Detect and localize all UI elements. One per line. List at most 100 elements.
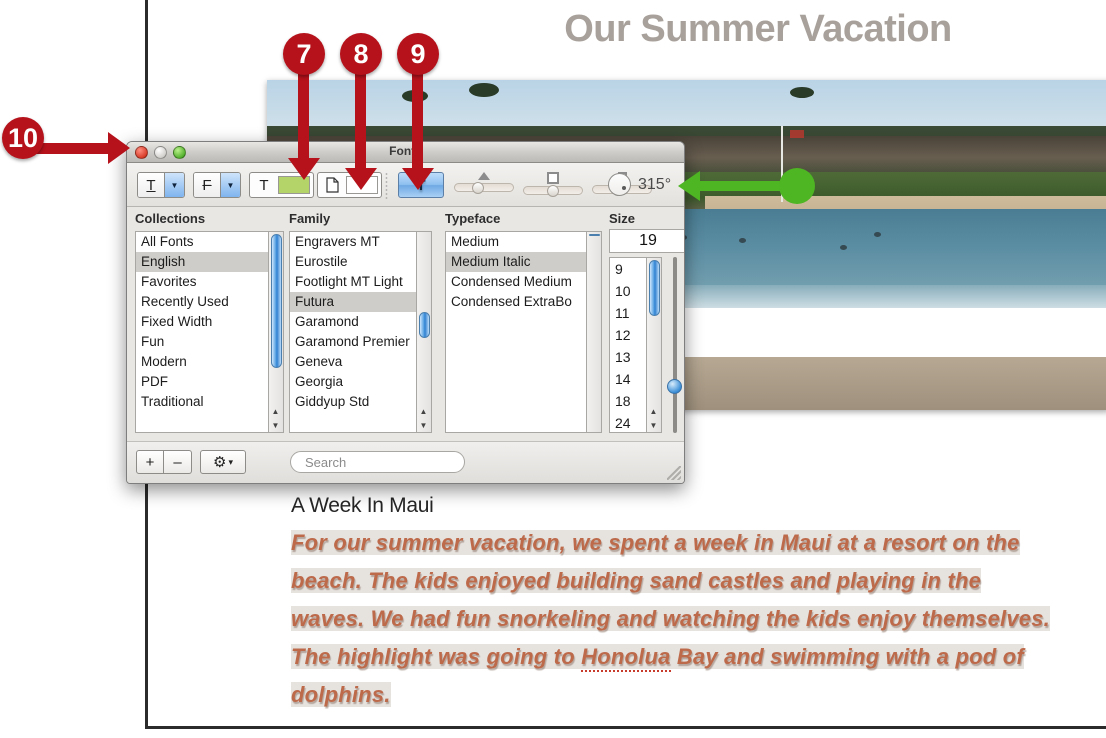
size-list-item[interactable]: 9 xyxy=(610,258,646,280)
chevron-down-icon[interactable]: ▼ xyxy=(164,173,184,197)
size-list-item[interactable]: 11 xyxy=(610,302,646,324)
typeface-list[interactable]: Medium Medium Italic Condensed Medium Conde… xyxy=(445,231,587,433)
shadow-angle-value: 315° xyxy=(638,175,672,193)
slider-knob[interactable] xyxy=(472,182,485,194)
size-list-item[interactable]: 24 xyxy=(610,412,646,432)
body-line: For our summer vacation, we spent a week… xyxy=(291,530,1020,555)
resize-grip[interactable] xyxy=(667,466,681,480)
list-item[interactable]: Condensed Medium xyxy=(446,272,586,292)
photo-palm-frond xyxy=(789,86,814,98)
search-input[interactable]: Search xyxy=(290,451,465,473)
chevron-down-icon: ▾ xyxy=(228,456,233,467)
list-item[interactable]: Fun xyxy=(136,332,268,352)
slider-track[interactable] xyxy=(523,185,583,197)
list-item[interactable]: Giddyup Std xyxy=(290,392,416,412)
body-paragraph[interactable]: For our summer vacation, we spent a week… xyxy=(291,524,1091,714)
callout-arrow-head-10 xyxy=(108,132,130,164)
slider-track[interactable] xyxy=(454,182,514,194)
list-item[interactable]: Futura xyxy=(290,292,416,312)
scroll-up-icon[interactable]: ▲ xyxy=(647,404,660,418)
screenshot-root: Our Summer Vacation A Week In Maui For o… xyxy=(0,0,1106,738)
family-header: Family xyxy=(289,211,331,226)
photo-swimmer xyxy=(873,231,881,237)
size-list-item[interactable]: 13 xyxy=(610,346,646,368)
list-item[interactable]: Fixed Width xyxy=(136,312,268,332)
scroll-down-icon[interactable]: ▼ xyxy=(269,418,282,432)
chevron-down-icon[interactable]: ▼ xyxy=(220,173,240,197)
collections-scrollbar[interactable]: ▲ ▼ xyxy=(269,231,284,433)
highlight-arrow-head xyxy=(678,171,700,201)
shadow-opacity-icon xyxy=(478,172,490,180)
list-item[interactable]: English xyxy=(136,252,268,272)
list-item[interactable]: Traditional xyxy=(136,392,268,412)
size-list-item[interactable]: 10 xyxy=(610,280,646,302)
remove-collection-button[interactable]: – xyxy=(164,450,192,474)
size-input[interactable]: 19 xyxy=(609,229,684,253)
family-scrollbar[interactable]: ▲ ▼ xyxy=(417,231,432,433)
list-item[interactable]: Medium xyxy=(446,232,586,252)
size-slider[interactable] xyxy=(667,257,682,433)
callout-badge-10: 10 xyxy=(2,117,44,159)
size-list-item[interactable]: 14 xyxy=(610,368,646,390)
callout-badge-8: 8 xyxy=(340,33,382,75)
list-item[interactable]: Medium Italic xyxy=(446,252,586,272)
window-title: Fonts xyxy=(389,144,422,158)
fonts-panel-columns: Collections All Fonts English Favorites Rec… xyxy=(127,207,684,439)
callout-arrow-head-9 xyxy=(402,168,434,190)
size-slider-knob[interactable] xyxy=(667,379,682,394)
highlight-dot xyxy=(779,168,815,204)
gear-icon: ⚙ xyxy=(213,454,227,471)
size-scrollbar[interactable]: ▲ ▼ xyxy=(647,257,662,433)
scroll-up-icon[interactable]: ▲ xyxy=(269,404,282,418)
size-list-item[interactable]: 12 xyxy=(610,324,646,346)
collections-header: Collections xyxy=(135,211,206,226)
collections-list[interactable]: All Fonts English Favorites Recently Used Fi… xyxy=(135,231,269,433)
fonts-panel-titlebar[interactable]: Fonts xyxy=(127,142,684,163)
list-item[interactable]: Garamond xyxy=(290,312,416,332)
body-line: waves. We had fun snorkeling and watchin… xyxy=(291,606,1050,631)
size-list-item[interactable]: 18 xyxy=(610,390,646,412)
underline-button[interactable]: T ▼ xyxy=(137,172,185,198)
shadow-opacity-slider[interactable] xyxy=(454,172,514,194)
add-collection-button[interactable]: + xyxy=(136,450,164,474)
underline-icon: T xyxy=(138,173,164,197)
size-list[interactable]: 9 10 11 12 13 14 18 24 xyxy=(609,257,647,433)
action-menu-button[interactable]: ⚙ ▾ xyxy=(200,450,246,474)
list-item[interactable]: Geneva xyxy=(290,352,416,372)
strikethrough-button[interactable]: F ▼ xyxy=(193,172,241,198)
list-item[interactable]: Engravers MT xyxy=(290,232,416,252)
callout-arrow-stem-8 xyxy=(355,60,366,170)
fonts-panel-window[interactable]: Fonts T ▼ F ▼ T T 315° Collections All F… xyxy=(126,141,685,484)
fonts-panel-footer: + – ⚙ ▾ Search xyxy=(127,441,684,483)
list-item[interactable]: Garamond Premier xyxy=(290,332,416,352)
callout-arrow-head-8 xyxy=(345,168,377,190)
list-item[interactable]: All Fonts xyxy=(136,232,268,252)
misspelled-word: Honolua xyxy=(581,644,671,672)
list-item[interactable]: PDF xyxy=(136,372,268,392)
list-item[interactable]: Eurostile xyxy=(290,252,416,272)
slider-knob[interactable] xyxy=(547,185,559,197)
body-line: Bay and swimming with a pod of xyxy=(670,644,1024,669)
size-header: Size xyxy=(609,211,636,226)
highlight-arrow-stem xyxy=(700,181,785,191)
shadow-blur-slider[interactable] xyxy=(523,172,583,197)
scroll-up-icon[interactable]: ▲ xyxy=(417,404,430,418)
scrollbar-thumb[interactable] xyxy=(419,312,430,338)
list-item[interactable]: Georgia xyxy=(290,372,416,392)
list-item[interactable]: Favorites xyxy=(136,272,268,292)
list-item[interactable]: Modern xyxy=(136,352,268,372)
list-item[interactable]: Recently Used xyxy=(136,292,268,312)
scroll-down-icon[interactable]: ▼ xyxy=(417,418,430,432)
family-list[interactable]: Engravers MT Eurostile Footlight MT Light F… xyxy=(289,231,417,433)
shadow-angle-dial[interactable] xyxy=(608,173,631,196)
scroll-down-icon[interactable]: ▼ xyxy=(647,418,660,432)
callout-arrow-head-7 xyxy=(288,158,320,180)
scrollbar-thumb[interactable] xyxy=(649,260,660,316)
typeface-scrollbar[interactable] xyxy=(587,231,602,433)
size-slider-track xyxy=(673,257,677,433)
scrollbar-thumb[interactable] xyxy=(271,234,282,368)
body-line: dolphins. xyxy=(291,682,391,707)
list-item[interactable]: Footlight MT Light xyxy=(290,272,416,292)
callout-arrow-stem-7 xyxy=(298,60,309,160)
list-item[interactable]: Condensed ExtraBo xyxy=(446,292,586,312)
